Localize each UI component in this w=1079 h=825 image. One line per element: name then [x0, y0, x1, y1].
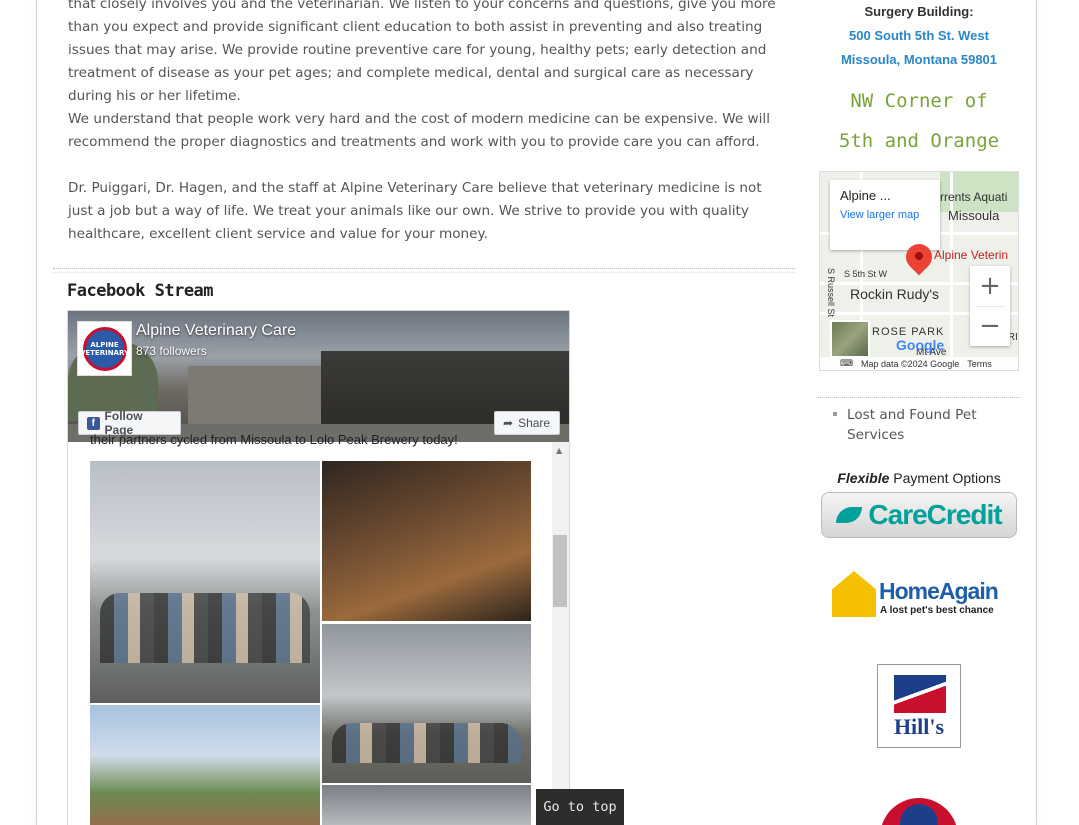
post-photo-intersection-riders[interactable]: [322, 624, 531, 783]
map-zoom-control: + −: [970, 266, 1010, 346]
photo-people: [100, 593, 310, 663]
post-photo-brewery-table[interactable]: [322, 461, 531, 621]
go-to-top-button[interactable]: Go to top: [536, 789, 624, 825]
facebook-icon: f: [87, 416, 100, 430]
feed-scroll-thumb[interactable]: [553, 535, 567, 607]
post-photo-selfie[interactable]: [322, 785, 531, 825]
page-border-right: [1036, 0, 1037, 825]
sidebar-divider: [816, 397, 1021, 398]
google-logo: Google: [896, 337, 945, 353]
map-label-5th-st: S 5th St W: [844, 269, 888, 279]
facebook-page-name[interactable]: Alpine Veterinary Care: [136, 322, 296, 340]
philosophy-paragraph: Dr. Puiggari, Dr. Hagen, and the staff a…: [68, 180, 762, 242]
carecredit-tagline-rest: Payment Options: [889, 470, 1001, 486]
facebook-stream-heading: Facebook Stream: [67, 281, 214, 301]
cover-building-left: [188, 366, 328, 426]
map-label-rockin-rudys: Rockin Rudy's: [850, 286, 940, 302]
list-bullet-icon: [833, 412, 837, 416]
hills-logo[interactable]: Hill's: [877, 664, 961, 748]
share-arrow-icon: ➦: [503, 416, 514, 430]
section-divider: [53, 268, 795, 269]
post-photo-patio[interactable]: [90, 705, 320, 825]
map-terms-link[interactable]: Terms: [967, 359, 992, 369]
post-photo-cyclists-group[interactable]: [90, 461, 320, 703]
homeagain-house-icon[interactable]: [832, 571, 876, 617]
page-border-left: [36, 0, 37, 825]
carecredit-brand: CareCredit: [868, 499, 1002, 530]
scroll-up-arrow-icon[interactable]: ▲: [556, 446, 562, 455]
facebook-page-widget[interactable]: ALPINE VETERINARY Alpine Veterinary Care…: [67, 310, 570, 825]
hills-flag-icon: [894, 675, 946, 713]
map-label-alpine: Alpine Veterin: [934, 248, 1009, 262]
hills-prescription-diet-logo[interactable]: [880, 798, 958, 825]
map-label-aquatic: rrents Aquati: [940, 190, 1008, 204]
map-info-card: Alpine ... View larger map: [830, 180, 940, 250]
share-label: Share: [518, 416, 551, 430]
view-larger-map-link[interactable]: View larger map: [840, 209, 930, 222]
photo-riders: [332, 723, 521, 763]
cost-paragraph: We understand that people work very hard…: [68, 111, 770, 150]
zoom-out-button[interactable]: −: [970, 306, 1010, 346]
share-button[interactable]: ➦ Share: [494, 411, 560, 435]
facebook-page-logo[interactable]: ALPINE VETERINARY: [77, 321, 132, 376]
homeagain-tagline: A lost pet's best chance: [880, 605, 994, 616]
intro-paragraph: that closely involves you and the veteri…: [68, 0, 776, 104]
corner-line-1: NW Corner of: [850, 90, 988, 112]
address-city[interactable]: Missoula, Montana 59801: [818, 52, 1020, 67]
facebook-follower-count: 873 followers: [136, 344, 207, 358]
address-street[interactable]: 500 South 5th St. West: [818, 28, 1020, 43]
section-divider-2: [53, 272, 795, 273]
map-label-missoula: Missoula: [948, 208, 1000, 223]
carecredit-banner[interactable]: CareCredit: [821, 492, 1017, 538]
carecredit-leaf-icon: [836, 507, 863, 523]
corner-line-2: 5th and Orange: [838, 130, 1000, 152]
map-data-credit: Map data ©2024 Google: [861, 358, 960, 369]
homeagain-brand[interactable]: HomeAgain: [879, 578, 999, 605]
map-attribution-bar: ⌨ Map data ©2024 Google Terms: [820, 357, 1018, 370]
map-card-title: Alpine ...: [840, 188, 891, 203]
lost-found-link[interactable]: Lost and Found Pet Services: [847, 405, 1017, 445]
hills-badge-inner: [900, 804, 938, 825]
facebook-post-text: their partners cycled from Missoula to L…: [90, 432, 458, 447]
carecredit-tagline: Flexible Payment Options: [818, 470, 1020, 486]
map-satellite-toggle[interactable]: [830, 320, 870, 358]
map-label-russell: S Russell St: [826, 268, 836, 318]
alpine-logo-icon: ALPINE VETERINARY: [80, 326, 129, 371]
surgery-building-label: Surgery Building:: [864, 4, 974, 19]
map-marker-dot: [915, 252, 923, 260]
keyboard-icon[interactable]: ⌨: [840, 358, 853, 369]
zoom-in-button[interactable]: +: [970, 266, 1010, 306]
facebook-cover-photo[interactable]: ALPINE VETERINARY Alpine Veterinary Care…: [68, 311, 569, 442]
google-map-embed[interactable]: rrents Aquati Missoula Alpine Veterin S …: [819, 171, 1019, 371]
hills-wordmark: Hill's: [893, 714, 945, 739]
feed-scrollbar[interactable]: [552, 442, 569, 825]
carecredit-tagline-bold: Flexible: [837, 470, 890, 486]
